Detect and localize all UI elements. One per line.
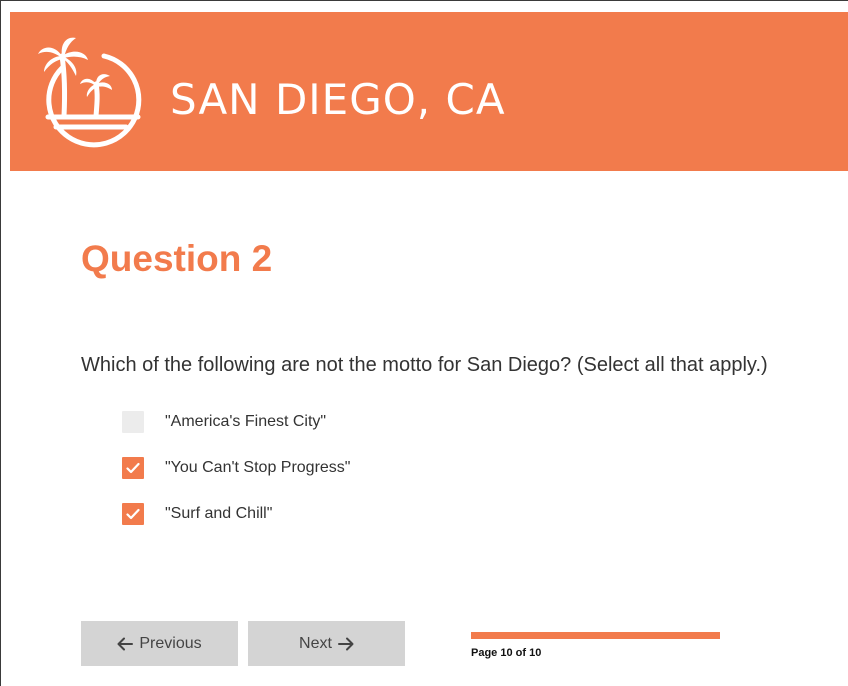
option-label: "America's Finest City" — [165, 413, 327, 430]
palm-trees-sun-icon — [38, 37, 142, 148]
header-banner: SAN DIEGO, CA — [10, 12, 848, 171]
previous-label: Previous — [139, 634, 202, 652]
previous-button[interactable]: Previous — [81, 621, 238, 666]
question-prompt: Which of the following are not the motto… — [81, 354, 768, 376]
next-label: Next — [299, 634, 332, 652]
option-surf-and-chill[interactable]: "Surf and Chill" — [122, 502, 350, 526]
checkbox-checked[interactable] — [122, 457, 144, 479]
arrow-left-icon — [117, 637, 134, 650]
option-you-cant-stop-progress[interactable]: "You Can't Stop Progress" — [122, 456, 350, 480]
option-label: "Surf and Chill" — [165, 505, 273, 522]
checkmark-icon — [126, 508, 140, 520]
arrow-right-icon — [337, 637, 354, 650]
option-america-finest-city[interactable]: "America's Finest City" — [122, 410, 350, 434]
answer-options: "America's Finest City" "You Can't Stop … — [122, 410, 350, 548]
progress-fill — [471, 632, 720, 639]
next-button[interactable]: Next — [248, 621, 405, 666]
option-label: "You Can't Stop Progress" — [165, 459, 351, 476]
checkbox-checked[interactable] — [122, 503, 144, 525]
checkbox-unchecked[interactable] — [122, 411, 144, 433]
question-title: Question 2 — [81, 238, 273, 279]
page-indicator: Page 10 of 10 — [471, 647, 542, 659]
checkmark-icon — [126, 462, 140, 474]
progress-bar — [471, 632, 720, 639]
page-frame: SAN DIEGO, CA Question 2 Which of the fo… — [0, 0, 848, 686]
site-title: SAN DIEGO, CA — [170, 75, 506, 124]
